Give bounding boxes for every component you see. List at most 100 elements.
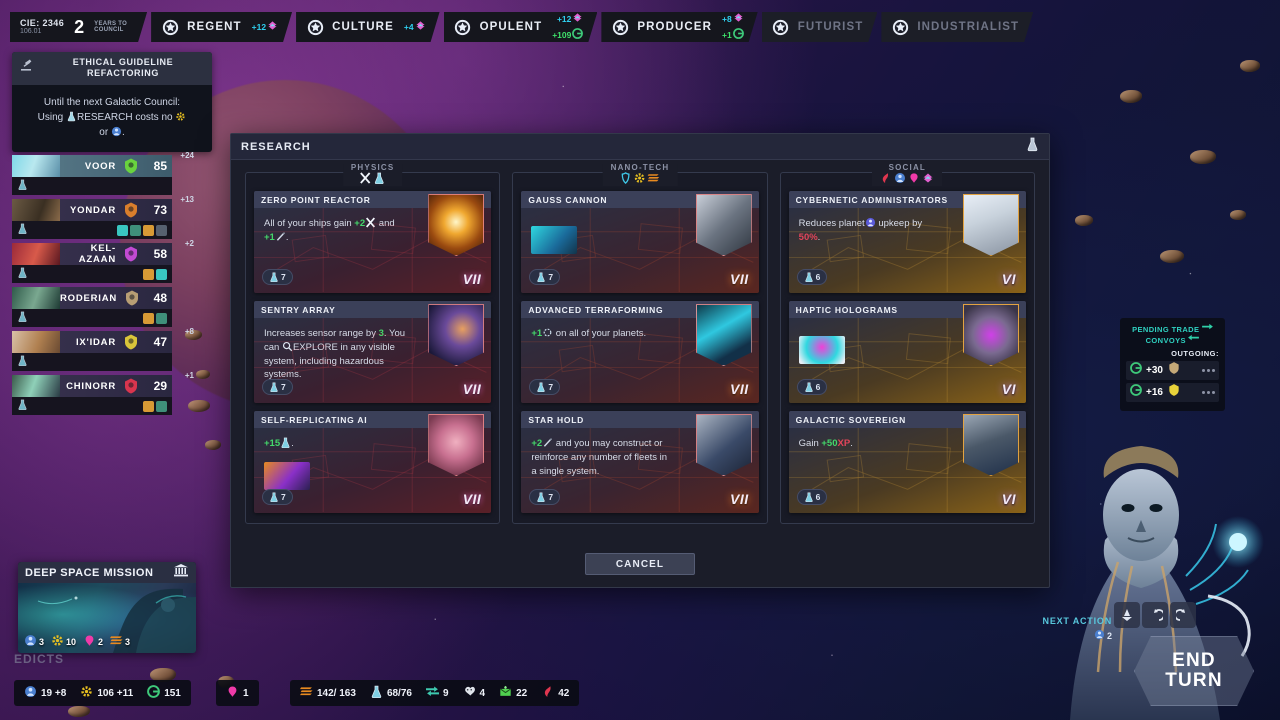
empire-crest-icon — [120, 332, 142, 352]
tech-inline-art — [531, 226, 578, 254]
tech-tier: VI — [1001, 381, 1016, 397]
convoy-row[interactable]: +30 — [1126, 360, 1219, 380]
trade-arrows-icon — [1201, 323, 1213, 334]
tech-inline-art — [798, 336, 845, 364]
empire-row[interactable]: VOOR 85 +24 — [12, 151, 194, 195]
resource-readout[interactable]: 106 +11 — [80, 685, 133, 701]
resource-readout[interactable]: 22 — [499, 685, 527, 701]
resource-readout[interactable]: 9 — [425, 685, 449, 701]
asteroid — [1075, 215, 1093, 226]
resource-readout[interactable]: 4 — [463, 685, 486, 701]
empire-score: 47 — [153, 335, 167, 349]
tech-cost-value: 6 — [815, 272, 821, 282]
tech-cost: 7 — [529, 489, 561, 505]
party-pill-producer[interactable]: PRODUCER +8 +1 — [601, 12, 757, 42]
resource-value: 4 — [479, 687, 486, 699]
unit-select-button[interactable] — [1114, 602, 1140, 628]
deep-space-mission-card[interactable]: DEEP SPACE MISSION 3 10 2 3 — [18, 562, 196, 653]
party-values: +4 — [404, 19, 426, 35]
research-flask-icon — [374, 172, 386, 188]
column-icons — [620, 171, 660, 186]
research-window-header: RESEARCH — [231, 134, 1049, 160]
empire-badge — [156, 224, 167, 236]
party-pill-culture[interactable]: CULTURE +4 — [296, 12, 440, 42]
research-flask-icon — [269, 272, 279, 282]
resource-value: 19 +8 — [41, 687, 67, 699]
resource-readout[interactable]: 1 — [226, 685, 249, 701]
empire-badge — [156, 400, 167, 412]
tech-card[interactable]: GALACTIC SOVEREIGN Gain +50XP. 6 VI — [788, 411, 1026, 513]
influence-icon — [572, 11, 583, 27]
tech-title: CYBERNETIC ADMINISTRATORS — [795, 194, 948, 205]
asteroid — [1120, 90, 1142, 103]
tech-card[interactable]: HAPTIC HOLOGRAMS 6 VI — [788, 301, 1026, 403]
stardate-value: CIE: 2346 — [20, 17, 65, 28]
party-value-text: +1 — [722, 29, 732, 40]
empire-row[interactable]: YONDAR 73 +13 — [12, 195, 194, 239]
resource-readout[interactable]: 19 +8 — [24, 685, 66, 701]
tech-cost: 7 — [529, 269, 561, 285]
party-pill-regent[interactable]: REGENT +12 — [151, 12, 292, 42]
tech-cost: 7 — [262, 489, 293, 505]
tech-cost-value: 7 — [548, 272, 554, 282]
research-column-physics: PHYSICS ZERO POINT REACTOR All of your s… — [245, 164, 501, 524]
tech-card[interactable]: STAR HOLD +2 and you may construct or re… — [521, 411, 759, 513]
party-pill-futurist[interactable]: FUTURIST — [762, 12, 878, 42]
tech-tier: VII — [462, 271, 482, 287]
party-name: CULTURE — [332, 21, 394, 33]
resource-readout[interactable]: 142/ 163 — [300, 685, 356, 701]
redo-button[interactable] — [1170, 602, 1196, 628]
edicts-label: EDICTS — [14, 652, 65, 666]
tech-card[interactable]: CYBERNETIC ADMINISTRATORS Reduces planet… — [788, 191, 1026, 293]
empire-row[interactable]: KEL-AZAAN 58 +2 — [12, 239, 194, 283]
empire-header: RODERIAN 48 — [12, 287, 172, 309]
tech-cost-value: 7 — [548, 492, 554, 502]
undo-button[interactable] — [1142, 602, 1168, 628]
party-pill-opulent[interactable]: OPULENT +12 +109 — [444, 12, 598, 42]
tech-cost-value: 7 — [281, 382, 286, 392]
tech-card[interactable]: ZERO POINT REACTOR All of your ships gai… — [254, 191, 492, 293]
mission-cost: 3 — [110, 634, 130, 649]
party-value-text: +109 — [552, 29, 572, 40]
tech-title: GALACTIC SOVEREIGN — [795, 414, 906, 425]
tech-card[interactable]: GAUSS CANNON 7 VII — [521, 191, 759, 293]
tech-cost: 6 — [796, 379, 828, 395]
empire-row[interactable]: RODERIAN 48 — [12, 287, 172, 327]
ethical-guideline-panel[interactable]: ETHICAL GUIDELINE REFACTORING Until the … — [12, 52, 212, 152]
convoys-title-line2: CONVOYS — [1145, 336, 1186, 346]
guideline-period: . — [121, 126, 125, 138]
empire-row[interactable]: CHINORR 29 +1 — [12, 371, 194, 415]
resource-readout[interactable]: 68/76 — [370, 685, 412, 701]
research-flask-icon — [1026, 137, 1039, 157]
tech-card[interactable]: ADVANCED TERRAFORMING +1 on all of your … — [521, 301, 759, 403]
empire-subrow — [12, 177, 172, 195]
tech-card[interactable]: SENTRY ARRAY Increases sensor range by 3… — [254, 301, 492, 403]
tech-inline-art — [264, 462, 310, 490]
tech-tier: VII — [462, 491, 482, 507]
resource-readout[interactable]: 151 — [147, 685, 181, 701]
gear-icon — [51, 634, 64, 649]
empire-badge — [143, 400, 154, 412]
tech-cost-value: 7 — [281, 272, 286, 282]
end-turn-button[interactable]: END TURN — [1134, 636, 1254, 706]
yondar-portrait — [12, 199, 60, 221]
tech-card[interactable]: SELF-REPLICATING AI +15. 7 VII — [254, 411, 492, 513]
cancel-button[interactable]: CANCEL — [585, 553, 695, 575]
asteroid — [1230, 210, 1246, 220]
convoy-row[interactable]: +16 — [1126, 382, 1219, 402]
guideline-body-line1: Until the next Galactic Council: — [43, 96, 181, 108]
convoys-title: PENDING TRADE CONVOYS — [1126, 323, 1219, 346]
resource-readout[interactable]: 42 — [541, 685, 569, 701]
tech-cost: 7 — [262, 379, 293, 395]
empire-row[interactable]: IX'IDAR 47 +8 — [12, 327, 194, 371]
empire-score-delta: +8 — [184, 327, 194, 336]
party-value-text: +12 — [556, 13, 572, 24]
empire-badge — [143, 312, 154, 324]
pending-trade-convoys-panel[interactable]: PENDING TRADE CONVOYS OUTGOING: +30 +16 — [1120, 318, 1225, 411]
party-pill-industrialist[interactable]: INDUSTRIALIST — [881, 12, 1033, 42]
stardate-pill[interactable]: CIE: 2346 106.01 2 YEARS TO COUNCIL — [10, 12, 147, 42]
empire-badge — [130, 224, 141, 236]
empire-score: 85 — [153, 159, 167, 173]
empire-badge-list — [143, 400, 167, 412]
empire-score-delta: +13 — [180, 195, 194, 204]
